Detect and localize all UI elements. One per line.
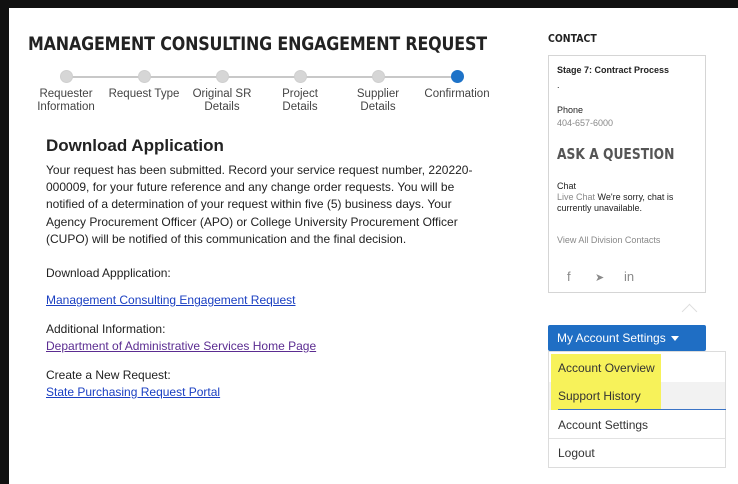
step-original-sr-details: Original SR Details <box>184 70 260 114</box>
step-request-type: Request Type <box>106 70 182 101</box>
step-project-details: Project Details <box>262 70 338 114</box>
new-request-label: Create a New Request: <box>46 368 171 382</box>
window-frame-left <box>0 0 9 484</box>
step-label: Original SR Details <box>192 88 252 113</box>
step-requester-information: Requester Information <box>28 70 104 114</box>
menu-item-logout[interactable]: Logout <box>549 439 725 467</box>
chat-status: Live Chat We're sorry, chat is currently… <box>557 192 697 214</box>
state-purchasing-portal-link[interactable]: State Purchasing Request Portal <box>46 385 220 399</box>
menu-item-account-settings[interactable]: Account Settings <box>549 411 725 439</box>
phone-label: Phone <box>557 105 584 115</box>
step-label: Project Details <box>282 88 318 113</box>
view-all-contacts-link[interactable]: View All Division Contacts <box>557 235 660 246</box>
account-button-label: My Account Settings <box>557 331 666 345</box>
step-supplier-details: Supplier Details <box>340 70 416 114</box>
focus-underline <box>558 409 726 410</box>
menu-item-label: Logout <box>558 446 595 460</box>
step-confirmation: Confirmation <box>419 70 495 101</box>
twitter-icon[interactable]: ➤ <box>595 271 604 284</box>
page-title: MANAGEMENT CONSULTING ENGAGEMENT REQUEST <box>28 34 487 55</box>
section-title: Download Application <box>46 136 224 155</box>
step-label: Supplier Details <box>356 88 400 113</box>
menu-item-support-history-label[interactable]: Support History <box>549 382 725 410</box>
contact-stage: Stage 7: Contract Process <box>557 65 670 75</box>
menu-item-label: Account Settings <box>558 418 649 432</box>
caret-down-icon <box>670 336 679 342</box>
step-dot-active <box>450 70 464 83</box>
linkedin-icon[interactable]: in <box>624 269 634 284</box>
contact-dot: . <box>557 80 560 90</box>
contact-heading: CONTACT <box>548 32 597 45</box>
das-home-page-link[interactable]: Department of Administrative Services Ho… <box>46 339 316 353</box>
menu-item-account-overview[interactable]: Account Overview <box>549 354 725 382</box>
facebook-icon[interactable]: f <box>567 269 571 284</box>
step-dot <box>137 70 151 83</box>
progress-stepper: Requester Information Request Type Origi… <box>28 70 498 122</box>
download-application-link[interactable]: Management Consulting Engagement Request <box>46 293 296 307</box>
contact-panel: Stage 7: Contract Process . Phone 404-65… <box>548 55 706 293</box>
step-dot <box>293 70 307 83</box>
download-label: Download Appplication: <box>46 266 171 280</box>
menu-item-label: Support History <box>558 389 641 403</box>
step-dot <box>215 70 229 83</box>
menu-item-label: Account Overview <box>558 361 655 375</box>
step-dot <box>59 70 73 83</box>
window-frame-top <box>0 0 738 8</box>
chevron-up-icon <box>681 303 698 320</box>
step-label: Requester Information <box>37 88 95 113</box>
chat-label: Chat <box>557 181 577 191</box>
live-chat-link[interactable]: Live Chat <box>557 192 595 202</box>
step-label: Confirmation <box>424 88 490 100</box>
phone-number[interactable]: 404-657-6000 <box>557 118 613 129</box>
step-label: Request Type <box>108 88 180 100</box>
my-account-settings-button[interactable]: My Account Settings <box>548 325 706 351</box>
confirmation-message: Your request has been submitted. Record … <box>46 163 473 246</box>
step-dot <box>371 70 385 83</box>
ask-a-question-heading: ASK A QUESTION <box>557 145 675 163</box>
additional-info-label: Additional Information: <box>46 322 166 336</box>
